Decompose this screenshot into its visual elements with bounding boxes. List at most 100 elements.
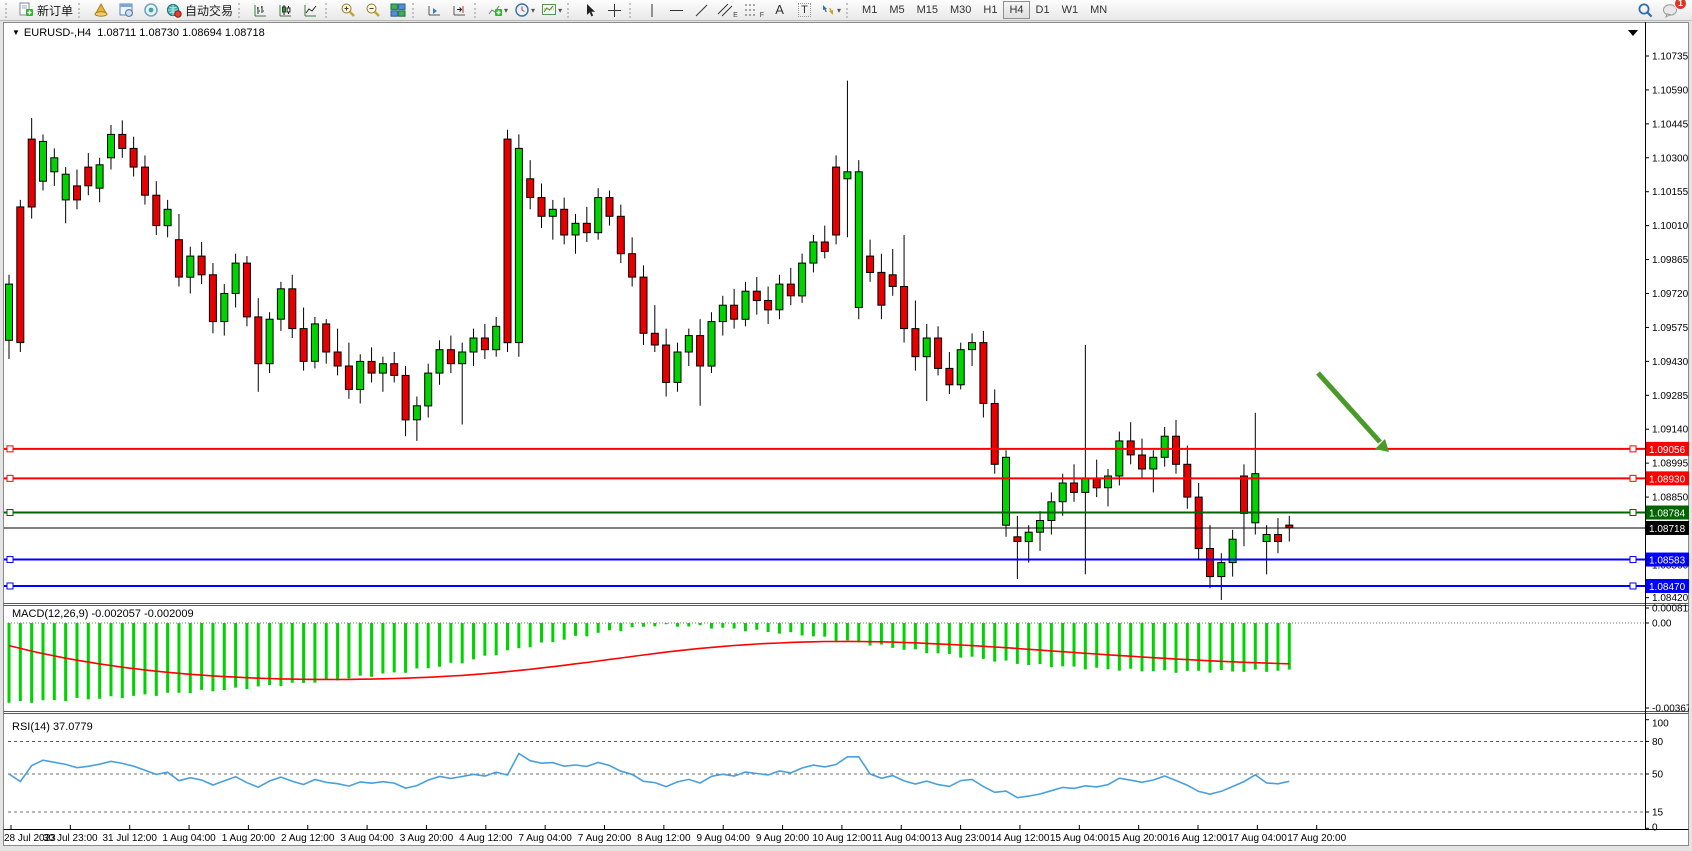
time-axis-label: 10 Aug 12:00 <box>812 833 871 844</box>
timeframe-button-m30[interactable]: M30 <box>944 1 977 19</box>
candle <box>357 361 364 389</box>
candle <box>583 223 590 232</box>
auto-trading-icon <box>166 2 182 18</box>
candle <box>74 186 81 200</box>
macd-label: MACD(12,26,9) -0.002057 -0.002009 <box>12 608 194 620</box>
candlestick-chart-button[interactable] <box>273 0 298 20</box>
toolbar-grip[interactable] <box>325 3 331 18</box>
candle <box>504 139 511 343</box>
bar-chart-button[interactable] <box>248 0 273 20</box>
candle <box>1161 436 1168 457</box>
arrows-tool-button[interactable]: ▾ <box>817 0 844 20</box>
candle <box>1071 483 1078 492</box>
price-line-tag-label: 1.08930 <box>1649 474 1686 485</box>
candle <box>209 275 216 322</box>
tile-windows-button[interactable] <box>385 0 410 20</box>
candle <box>663 345 670 382</box>
toolbar-grip[interactable] <box>567 3 573 18</box>
toolbar-grip[interactable] <box>474 3 480 18</box>
candle <box>425 373 432 406</box>
time-axis-label: 15 Aug 04:00 <box>1050 833 1109 844</box>
text-label-button[interactable]: T <box>792 0 817 20</box>
signals-button[interactable] <box>138 0 163 20</box>
trendline-button[interactable] <box>689 0 714 20</box>
symbol-dropdown-icon[interactable]: ▼ <box>12 28 20 37</box>
candle <box>62 174 69 200</box>
candle <box>187 256 194 277</box>
timeframe-button-d1[interactable]: D1 <box>1030 1 1056 19</box>
toolbar-grip[interactable] <box>412 3 418 18</box>
templates-button[interactable]: ▾ <box>538 0 565 20</box>
toolbar-grip[interactable] <box>5 3 11 18</box>
candle <box>17 207 24 343</box>
clock-icon <box>514 2 530 18</box>
candle <box>459 352 466 364</box>
candlestick-chart-icon <box>278 3 293 18</box>
candle <box>175 240 182 277</box>
candle <box>6 284 13 340</box>
fibonacci-button[interactable]: F <box>741 0 767 20</box>
toolbar-grip[interactable] <box>238 3 244 18</box>
price-tick-label: 1.10735 <box>1652 52 1689 63</box>
indicators-button[interactable]: ▾ <box>484 0 511 20</box>
time-axis-label: 17 Aug 20:00 <box>1287 833 1346 844</box>
price-tick-label: 1.09865 <box>1652 255 1689 266</box>
candle <box>538 198 545 217</box>
timeframe-button-h1[interactable]: H1 <box>977 1 1003 19</box>
candle <box>606 198 613 217</box>
auto-trading-button[interactable]: 自动交易 <box>163 0 236 20</box>
horizontal-line-button[interactable] <box>664 0 689 20</box>
candle <box>345 366 352 389</box>
auto-scroll-button[interactable] <box>422 0 447 20</box>
candle <box>1093 478 1100 487</box>
price-line-tag-label: 1.09056 <box>1649 445 1686 456</box>
price-tick-label: 1.09140 <box>1652 425 1689 436</box>
data-window-button[interactable] <box>113 0 138 20</box>
chart-shift-button[interactable] <box>447 0 472 20</box>
candle <box>368 361 375 373</box>
candle <box>1252 474 1259 523</box>
timeframe-button-w1[interactable]: W1 <box>1056 1 1085 19</box>
price-tick-label: 1.08850 <box>1652 493 1689 504</box>
toolbar-grip[interactable] <box>846 3 852 18</box>
candle <box>119 134 126 148</box>
timeframe-button-mn[interactable]: MN <box>1084 1 1113 19</box>
candle <box>855 172 862 308</box>
data-window-icon <box>118 2 134 18</box>
line-chart-button[interactable] <box>298 0 323 20</box>
candle <box>753 291 760 300</box>
zoom-out-button[interactable] <box>360 0 385 20</box>
timeframe-button-m1[interactable]: M1 <box>856 1 883 19</box>
timeframe-button-m5[interactable]: M5 <box>883 1 910 19</box>
new-order-button[interactable]: 新订单 <box>15 0 76 20</box>
crosshair-button[interactable] <box>602 0 627 20</box>
candle <box>413 406 420 420</box>
notifications-button[interactable]: 1 <box>1658 0 1683 20</box>
text-tool-button[interactable]: A <box>767 0 792 20</box>
toolbar-grip[interactable] <box>78 3 84 18</box>
candle <box>1218 563 1225 577</box>
new-order-icon <box>18 2 34 18</box>
cursor-button[interactable] <box>577 0 602 20</box>
ohlc-values: 1.08711 1.08730 1.08694 1.08718 <box>97 27 264 39</box>
candle <box>1173 436 1180 464</box>
chart-canvas[interactable]: 1.107351.105901.104451.103001.101551.100… <box>3 22 1689 846</box>
timeframe-button-m15[interactable]: M15 <box>911 1 944 19</box>
zoom-in-button[interactable] <box>335 0 360 20</box>
equidistant-channel-button[interactable]: E <box>714 0 741 20</box>
vertical-line-button[interactable] <box>639 0 664 20</box>
search-button[interactable] <box>1633 0 1658 20</box>
rsi-axis-label: 50 <box>1652 770 1664 781</box>
line-handle <box>1630 557 1636 563</box>
candle <box>142 167 149 195</box>
market-watch-button[interactable] <box>88 0 113 20</box>
periods-button[interactable]: ▾ <box>511 0 538 20</box>
time-axis-label: 13 Aug 23:00 <box>931 833 990 844</box>
candle <box>402 375 409 420</box>
timeframe-button-h4[interactable]: H4 <box>1003 1 1029 19</box>
text-tool-icon: A <box>775 4 784 16</box>
candle <box>776 284 783 310</box>
tile-windows-icon <box>390 2 406 18</box>
toolbar-grip[interactable] <box>629 3 635 18</box>
time-axis-label: 4 Aug 12:00 <box>459 833 513 844</box>
